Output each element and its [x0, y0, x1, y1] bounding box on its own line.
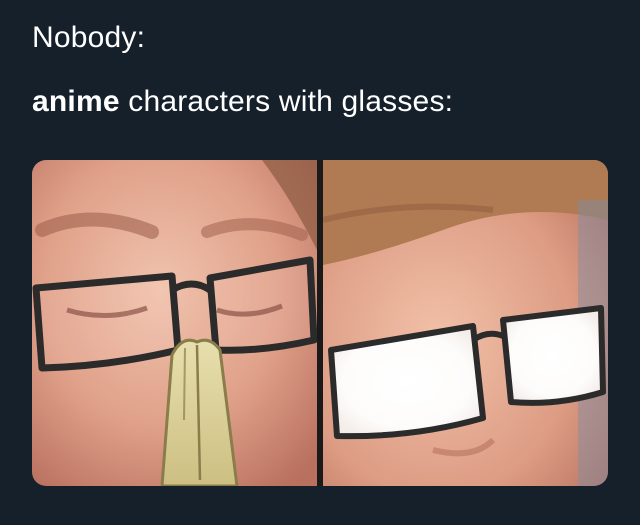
right-panel-image [323, 160, 608, 486]
left-panel-drawing [32, 160, 317, 486]
nobody-text: Nobody: [32, 21, 146, 54]
right-panel-drawing [323, 160, 608, 486]
caption-rest: characters with glasses: [119, 85, 454, 118]
caption-text: anime characters with glasses: [32, 84, 453, 120]
caption-bold-word: anime [32, 85, 120, 118]
meme-image[interactable] [32, 160, 608, 486]
left-panel-image [32, 160, 317, 486]
